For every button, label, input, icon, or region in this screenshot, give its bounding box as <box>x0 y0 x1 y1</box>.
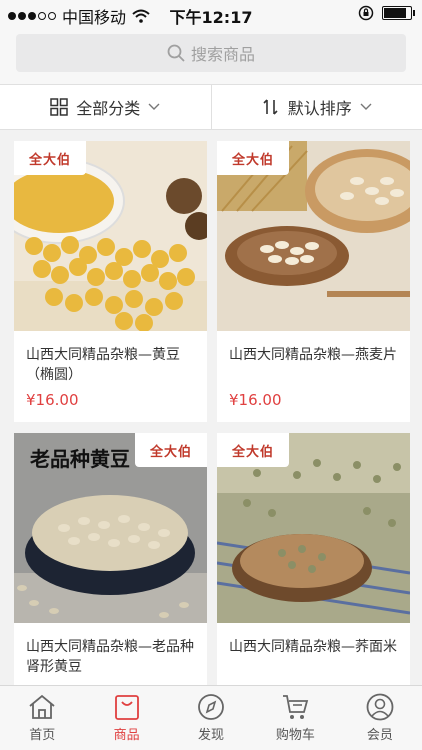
product-name: 山西大同精品杂粮—黄豆（椭圆） <box>26 347 180 383</box>
tab-member[interactable]: 会员 <box>338 686 422 750</box>
product-name: 山西大同精品杂粮—燕麦片 <box>229 347 397 363</box>
product-image: 全大伯 <box>14 141 207 331</box>
category-filter-label: 全部分类 <box>76 99 141 118</box>
sort-filter-label: 默认排序 <box>287 99 352 118</box>
tab-discover[interactable]: 发现 <box>169 686 253 750</box>
sort-filter-button[interactable]: 默认排序 <box>210 85 422 129</box>
grid-icon <box>50 98 68 116</box>
product-price: ¥16.00 <box>229 391 282 409</box>
cart-icon <box>283 695 309 719</box>
user-icon <box>366 693 394 721</box>
brand-logo: 全大伯 <box>135 433 207 467</box>
search-input[interactable]: 搜索商品 <box>16 34 406 72</box>
rotation-lock-icon <box>358 5 374 21</box>
bag-icon <box>114 695 139 720</box>
product-image: 老品种黄豆 全大伯 <box>14 433 207 623</box>
product-card[interactable]: 全大伯 山西大同精品杂粮—黄豆（椭圆） ¥16.00 <box>14 141 207 422</box>
category-filter-button[interactable]: 全部分类 <box>0 85 211 129</box>
tab-label: 购物车 <box>275 728 315 743</box>
status-bar: 中国移动 下午12:17 <box>0 0 422 28</box>
tab-label: 商品 <box>113 728 140 743</box>
product-card[interactable]: 老品种黄豆 全大伯 山西大同精品杂粮—老品种肾形黄豆 <box>14 433 207 693</box>
tab-label: 会员 <box>366 728 393 743</box>
chevron-down-icon <box>360 103 372 110</box>
sort-icon <box>263 99 278 115</box>
brand-logo: 全大伯 <box>217 433 289 467</box>
image-overlay-text: 老品种黄豆 <box>30 447 130 471</box>
product-name: 山西大同精品杂粮—老品种肾形黄豆 <box>26 639 194 675</box>
product-card[interactable]: 全大伯 山西大同精品杂粮—燕麦片 ¥16.00 <box>217 141 410 422</box>
tab-cart[interactable]: 购物车 <box>253 686 337 750</box>
status-right <box>358 5 415 21</box>
compass-icon <box>198 694 224 720</box>
search-placeholder: 搜索商品 <box>190 45 255 64</box>
tab-label: 发现 <box>198 728 225 743</box>
product-image: 全大伯 <box>217 433 410 623</box>
tab-products[interactable]: 商品 <box>84 686 168 750</box>
brand-logo: 全大伯 <box>14 141 86 175</box>
brand-logo: 全大伯 <box>217 141 289 175</box>
battery-icon <box>382 6 415 20</box>
search-area: 搜索商品 <box>0 28 422 84</box>
product-image: 全大伯 <box>217 141 410 331</box>
tab-bar: 首页 商品 发现 购物车 会员 <box>0 685 422 750</box>
home-icon <box>29 694 55 719</box>
chevron-down-icon <box>148 103 160 110</box>
tab-label: 首页 <box>29 728 56 743</box>
search-icon <box>167 44 185 62</box>
product-name: 山西大同精品杂粮—荞面米 <box>229 639 397 655</box>
product-price: ¥16.00 <box>26 391 79 409</box>
product-card[interactable]: 全大伯 山西大同精品杂粮—荞面米 <box>217 433 410 693</box>
tab-home[interactable]: 首页 <box>0 686 84 750</box>
filter-bar: 全部分类 默认排序 <box>0 84 422 130</box>
